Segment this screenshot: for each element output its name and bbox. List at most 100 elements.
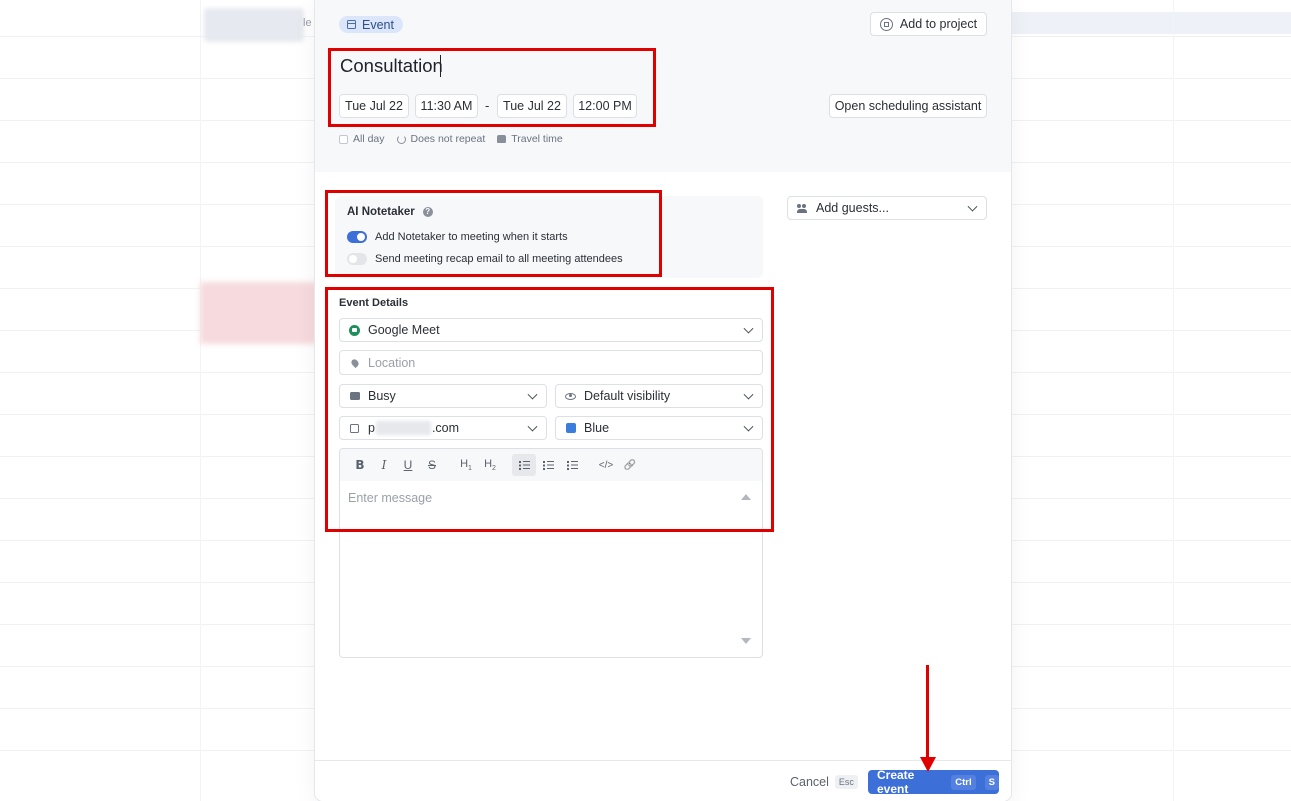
calendar-prefix: p [368, 420, 375, 435]
start-time-button[interactable]: 11:30 AM [415, 94, 478, 118]
numbered-list-icon [542, 460, 554, 470]
chevron-down-icon [743, 421, 754, 432]
bold-button[interactable]: B [348, 454, 372, 476]
code-icon: </> [598, 459, 614, 471]
calendar-icon [347, 20, 356, 29]
ai-notetaker-title: AI Notetaker ? [347, 206, 433, 218]
editor-toolbar: B I U S H1 H2 </> 🔗 [340, 449, 762, 481]
notetaker-recap-toggle[interactable] [347, 253, 367, 265]
blurred-event [204, 8, 304, 42]
google-meet-icon [349, 324, 360, 336]
italic-button[interactable]: I [372, 454, 396, 476]
repeat-icon [396, 134, 406, 144]
chevron-down-icon [527, 389, 538, 400]
ai-notetaker-label: AI Notetaker [347, 206, 415, 218]
bullet-list-icon [518, 460, 530, 470]
text-cursor [440, 55, 441, 77]
availability-value: Busy [368, 389, 396, 403]
event-options: All day Does not repeat Travel time [339, 133, 563, 145]
eye-icon [565, 391, 576, 402]
create-event-label: Create event [877, 768, 915, 796]
cancel-button[interactable]: Cancel Esc [790, 775, 858, 789]
add-to-project-button[interactable]: Add to project [870, 12, 987, 36]
heading2-button[interactable]: H2 [478, 454, 502, 476]
notetaker-recap-row: Send meeting recap email to all meeting … [347, 253, 623, 265]
end-date-button[interactable]: Tue Jul 22 [497, 94, 567, 118]
esc-shortcut: Esc [834, 775, 858, 789]
heading1-button[interactable]: H1 [454, 454, 478, 476]
end-time-button[interactable]: 12:00 PM [573, 94, 637, 118]
grid-column [200, 0, 201, 801]
add-guests-select[interactable]: Add guests... [787, 196, 987, 220]
grid-column [1173, 0, 1174, 801]
event-type-label: Event [362, 17, 394, 32]
chevron-down-icon [743, 323, 754, 334]
notetaker-join-label: Add Notetaker to meeting when it starts [375, 231, 568, 243]
all-day-label: All day [353, 133, 385, 145]
briefcase-icon [349, 391, 360, 402]
date-separator: - [485, 98, 490, 113]
add-to-project-label: Add to project [899, 17, 978, 31]
open-scheduling-assistant-button[interactable]: Open scheduling assistant [829, 94, 987, 118]
color-select[interactable]: Blue [555, 416, 763, 440]
conference-select[interactable]: Google Meet [339, 318, 763, 342]
chevron-down-icon [527, 421, 538, 432]
checkbox-icon [339, 134, 348, 144]
bullet-list-button[interactable] [512, 454, 536, 476]
underline-button[interactable]: U [396, 454, 420, 476]
all-day-checkbox[interactable]: All day [339, 133, 385, 145]
location-pin-icon [349, 357, 360, 368]
add-guests-placeholder: Add guests... [816, 201, 889, 215]
redacted-text [375, 421, 431, 436]
annotation-arrow [926, 665, 929, 761]
code-button[interactable]: </> [594, 454, 618, 476]
chevron-down-icon [743, 389, 754, 400]
checklist-button[interactable] [560, 454, 584, 476]
background-label: le [303, 17, 312, 29]
travel-time-label: Travel time [511, 133, 563, 145]
notetaker-join-row: Add Notetaker to meeting when it starts [347, 231, 568, 243]
message-placeholder: Enter message [348, 491, 433, 505]
event-type-chip[interactable]: Event [339, 16, 403, 33]
numbered-list-button[interactable] [536, 454, 560, 476]
cancel-label: Cancel [790, 775, 829, 789]
car-icon [497, 135, 507, 143]
travel-time-option[interactable]: Travel time [497, 133, 563, 145]
project-icon [879, 17, 893, 31]
modal-footer: Cancel Esc Create event Ctrl S [315, 760, 1011, 801]
event-title-input[interactable]: Consultation [340, 55, 443, 77]
calendar-select[interactable]: p .com [339, 416, 547, 440]
repeat-option[interactable]: Does not repeat [396, 133, 486, 145]
color-value: Blue [584, 421, 610, 435]
notetaker-recap-label: Send meeting recap email to all meeting … [375, 253, 623, 265]
calendar-value: p .com [368, 421, 459, 436]
conference-value: Google Meet [368, 323, 440, 337]
calendar-suffix: .com [431, 420, 460, 435]
start-date-button[interactable]: Tue Jul 22 [339, 94, 409, 118]
all-day-strip [1000, 12, 1291, 34]
visibility-select[interactable]: Default visibility [555, 384, 763, 408]
ctrl-shortcut: Ctrl [951, 774, 976, 790]
repeat-label: Does not repeat [410, 133, 486, 145]
strikethrough-button[interactable]: S [420, 454, 444, 476]
event-modal: Event Add to project Consultation Tue Ju… [315, 0, 1011, 801]
annotation-arrow-head [920, 757, 936, 772]
people-icon [797, 203, 808, 214]
scroll-up-icon[interactable] [741, 494, 751, 500]
scroll-down-icon[interactable] [741, 638, 751, 644]
location-placeholder: Location [368, 355, 416, 370]
ai-notetaker-panel: AI Notetaker ? Add Notetaker to meeting … [335, 196, 763, 278]
chevron-down-icon [967, 201, 978, 212]
color-swatch-icon [565, 423, 576, 434]
link-button[interactable]: 🔗 [618, 454, 642, 476]
description-editor[interactable]: B I U S H1 H2 </> 🔗 Enter message [339, 448, 763, 658]
checklist-icon [566, 460, 578, 470]
create-event-button[interactable]: Create event Ctrl S [868, 768, 999, 796]
location-input[interactable]: Location [339, 350, 763, 375]
calendar-icon [349, 423, 360, 434]
blurred-event [200, 282, 318, 344]
s-shortcut: S [984, 774, 999, 790]
notetaker-join-toggle[interactable] [347, 231, 367, 243]
help-icon[interactable]: ? [422, 207, 433, 217]
availability-select[interactable]: Busy [339, 384, 547, 408]
